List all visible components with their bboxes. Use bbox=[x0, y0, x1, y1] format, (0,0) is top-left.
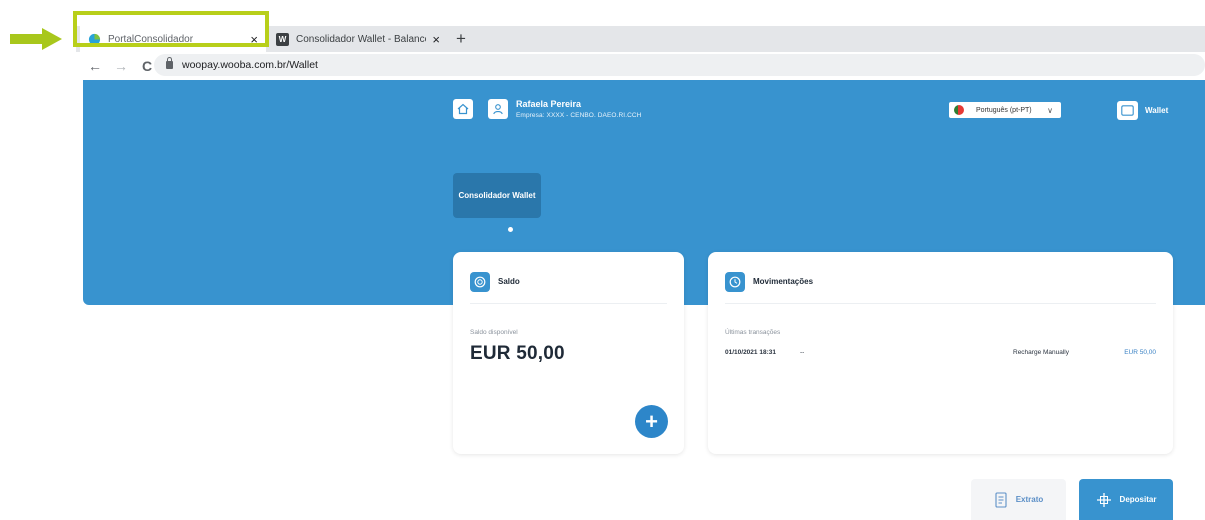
language-select[interactable]: Português (pt-PT) ∨ bbox=[949, 102, 1061, 118]
tab-close-icon[interactable]: × bbox=[250, 32, 258, 47]
forward-button[interactable]: → bbox=[114, 58, 128, 74]
tx-date: 01/10/2021 18:31 bbox=[725, 349, 776, 356]
portal-favicon-icon bbox=[88, 33, 101, 45]
plus-icon: + bbox=[645, 408, 658, 434]
lock-icon bbox=[166, 57, 173, 69]
home-button[interactable] bbox=[453, 99, 473, 119]
portugal-flag-icon bbox=[954, 105, 964, 115]
transactions-label: Últimas transações bbox=[725, 329, 781, 336]
user-company: Empresa: XXXX - CENBO. DAEO.RI.CCH bbox=[516, 112, 642, 119]
saldo-value: EUR 50,00 bbox=[470, 343, 565, 364]
tab-title: Consolidador Wallet - Balance bbox=[296, 33, 427, 45]
movimentacoes-card-icon bbox=[725, 272, 745, 292]
chevron-down-icon: ∨ bbox=[1047, 105, 1053, 115]
tab-consolidador-wallet[interactable]: W Consolidador Wallet - Balance × bbox=[268, 26, 448, 52]
movimentacoes-card: Movimentações Últimas transações 01/10/2… bbox=[708, 252, 1173, 454]
user-avatar[interactable] bbox=[488, 99, 508, 119]
divider bbox=[725, 303, 1156, 304]
tab-portal-consolidador[interactable]: PortalConsolidador × bbox=[80, 26, 266, 52]
tx-description: Recharge Manually bbox=[1013, 349, 1070, 356]
divider bbox=[470, 303, 667, 304]
wallet-favicon-icon: W bbox=[276, 32, 289, 46]
extrato-label: Extrato bbox=[1015, 495, 1044, 504]
wallet-button[interactable] bbox=[1117, 101, 1138, 120]
back-button[interactable]: ← bbox=[88, 58, 102, 74]
coin-icon bbox=[474, 276, 486, 288]
carousel-dot[interactable] bbox=[508, 227, 513, 232]
clock-icon bbox=[729, 276, 741, 288]
browser-toolbar: ← → C woopay.wooba.com.br/Wallet bbox=[76, 52, 1205, 80]
depositar-label: Depositar bbox=[1119, 495, 1157, 504]
movimentacoes-title: Movimentações bbox=[753, 277, 814, 286]
saldo-title: Saldo bbox=[498, 277, 520, 286]
extrato-button[interactable]: Extrato bbox=[971, 479, 1066, 520]
reload-button[interactable]: C bbox=[140, 58, 154, 74]
screen: PortalConsolidador × W Consolidador Wall… bbox=[0, 0, 1205, 520]
new-tab-button[interactable]: + bbox=[456, 29, 466, 49]
receipt-icon bbox=[995, 491, 1007, 508]
user-name: Rafaela Pereira bbox=[516, 99, 582, 109]
home-icon bbox=[457, 103, 469, 115]
depositar-button[interactable]: Depositar bbox=[1079, 479, 1173, 520]
consolidador-wallet-button[interactable]: Consolidador Wallet bbox=[453, 173, 541, 218]
saldo-card-icon bbox=[470, 272, 490, 292]
tx-dash: -- bbox=[800, 349, 805, 356]
wallet-label[interactable]: Wallet bbox=[1145, 106, 1168, 115]
saldo-label: Saldo disponível bbox=[470, 329, 518, 336]
annotation-arrow-icon bbox=[10, 28, 62, 50]
tab-title: PortalConsolidador bbox=[108, 33, 194, 45]
tab-close-icon[interactable]: × bbox=[432, 32, 440, 47]
user-icon bbox=[493, 104, 503, 115]
wallet-icon bbox=[1121, 105, 1134, 116]
address-bar[interactable]: woopay.wooba.com.br/Wallet bbox=[154, 54, 1205, 76]
tx-amount: EUR 50,00 bbox=[1124, 349, 1156, 356]
saldo-card: Saldo Saldo disponível EUR 50,00 + bbox=[453, 252, 684, 454]
table-row[interactable]: 01/10/2021 18:31 -- Recharge Manually EU… bbox=[725, 349, 1156, 361]
deposit-icon bbox=[1096, 492, 1111, 507]
add-balance-button[interactable]: + bbox=[635, 405, 668, 438]
language-value: Português (pt-PT) bbox=[976, 106, 1032, 114]
url-text: woopay.wooba.com.br/Wallet bbox=[182, 59, 318, 71]
